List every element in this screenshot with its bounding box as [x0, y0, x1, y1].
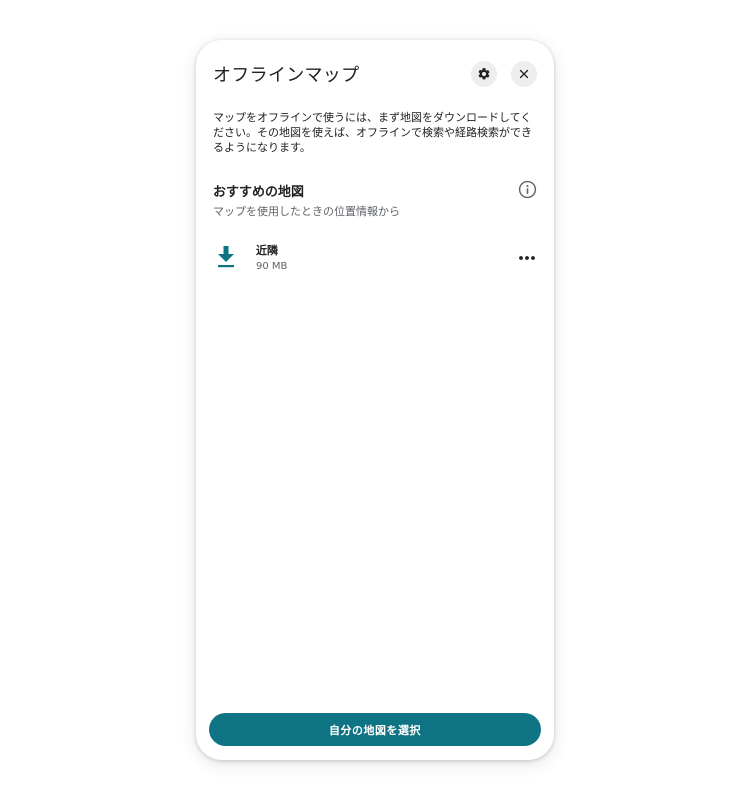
offline-maps-panel: オフラインマップ マップをオフラインで使うには、まず地図をダウンロードしてくださ…	[196, 40, 554, 760]
map-item-more-button[interactable]	[514, 246, 540, 270]
screen-background: オフラインマップ マップをオフラインで使うには、まず地図をダウンロードしてくださ…	[0, 0, 751, 800]
map-item-size: 90 MB	[256, 261, 288, 272]
download-icon	[218, 246, 234, 268]
more-horizontal-icon	[519, 256, 535, 260]
recommended-maps-subtitle: マップを使用したときの位置情報から	[213, 205, 400, 218]
close-button[interactable]	[511, 61, 537, 87]
select-own-map-button[interactable]: 自分の地図を選択	[209, 713, 541, 746]
panel-description: マップをオフラインで使うには、まず地図をダウンロードしてください。その地図を使え…	[213, 111, 532, 154]
settings-button[interactable]	[471, 61, 497, 87]
close-icon	[519, 69, 529, 79]
map-item-name: 近隣	[256, 244, 278, 257]
gear-icon	[478, 68, 490, 80]
panel-title: オフラインマップ	[213, 65, 360, 86]
map-item-nearby[interactable]: 近隣 90 MB	[196, 236, 554, 282]
info-icon	[518, 180, 536, 198]
recommended-maps-title: おすすめの地図	[213, 185, 305, 200]
info-button[interactable]	[517, 179, 537, 199]
